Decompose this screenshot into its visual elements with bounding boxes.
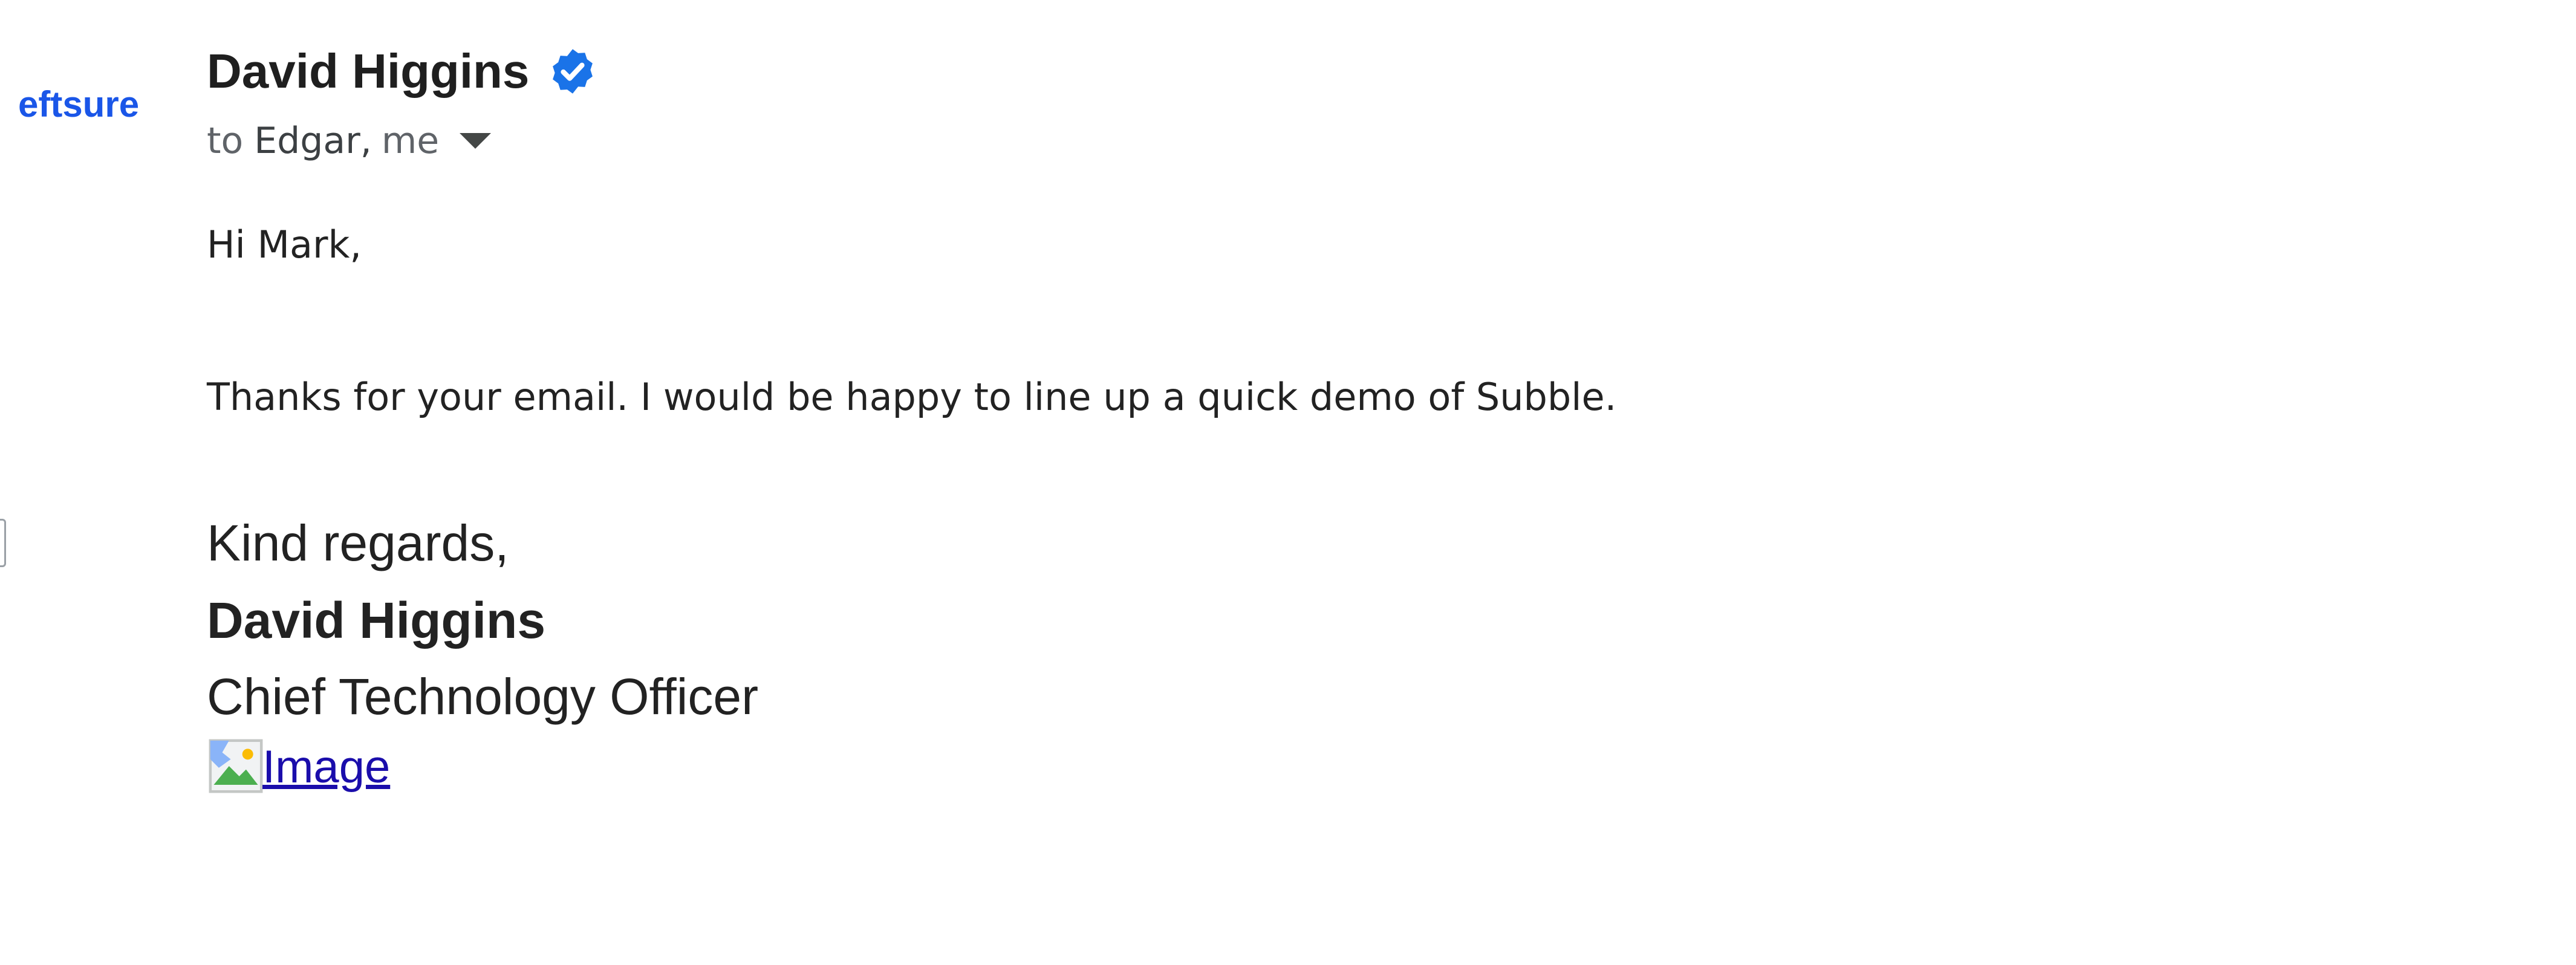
verified-badge-icon[interactable] [547,46,598,97]
signature-name: David Higgins [207,592,546,649]
broken-image-icon [209,739,263,793]
recipient-names: Edgar, [254,120,372,162]
sender-header: David Higgins [207,44,598,99]
greeting-text: Hi Mark, [207,223,362,267]
body-paragraph: Thanks for your email. I would be happy … [207,375,1617,419]
recipients-line: to Edgar, me [207,120,492,162]
email-message: eftsure David Higgins to Edgar, me Hi Ma… [0,0,2576,965]
side-panel-handle[interactable] [0,519,6,567]
recipient-me: me [381,120,440,162]
to-label: to [207,120,244,162]
signature-image-alt[interactable]: Image [262,741,390,793]
signature-closing: Kind regards, [207,515,509,571]
show-details-chevron-down-icon[interactable] [460,133,492,149]
sender-logo[interactable]: eftsure [18,83,139,125]
signature-title: Chief Technology Officer [207,668,759,725]
sender-name[interactable]: David Higgins [207,44,529,99]
signature-image-link[interactable]: Image [207,739,390,793]
